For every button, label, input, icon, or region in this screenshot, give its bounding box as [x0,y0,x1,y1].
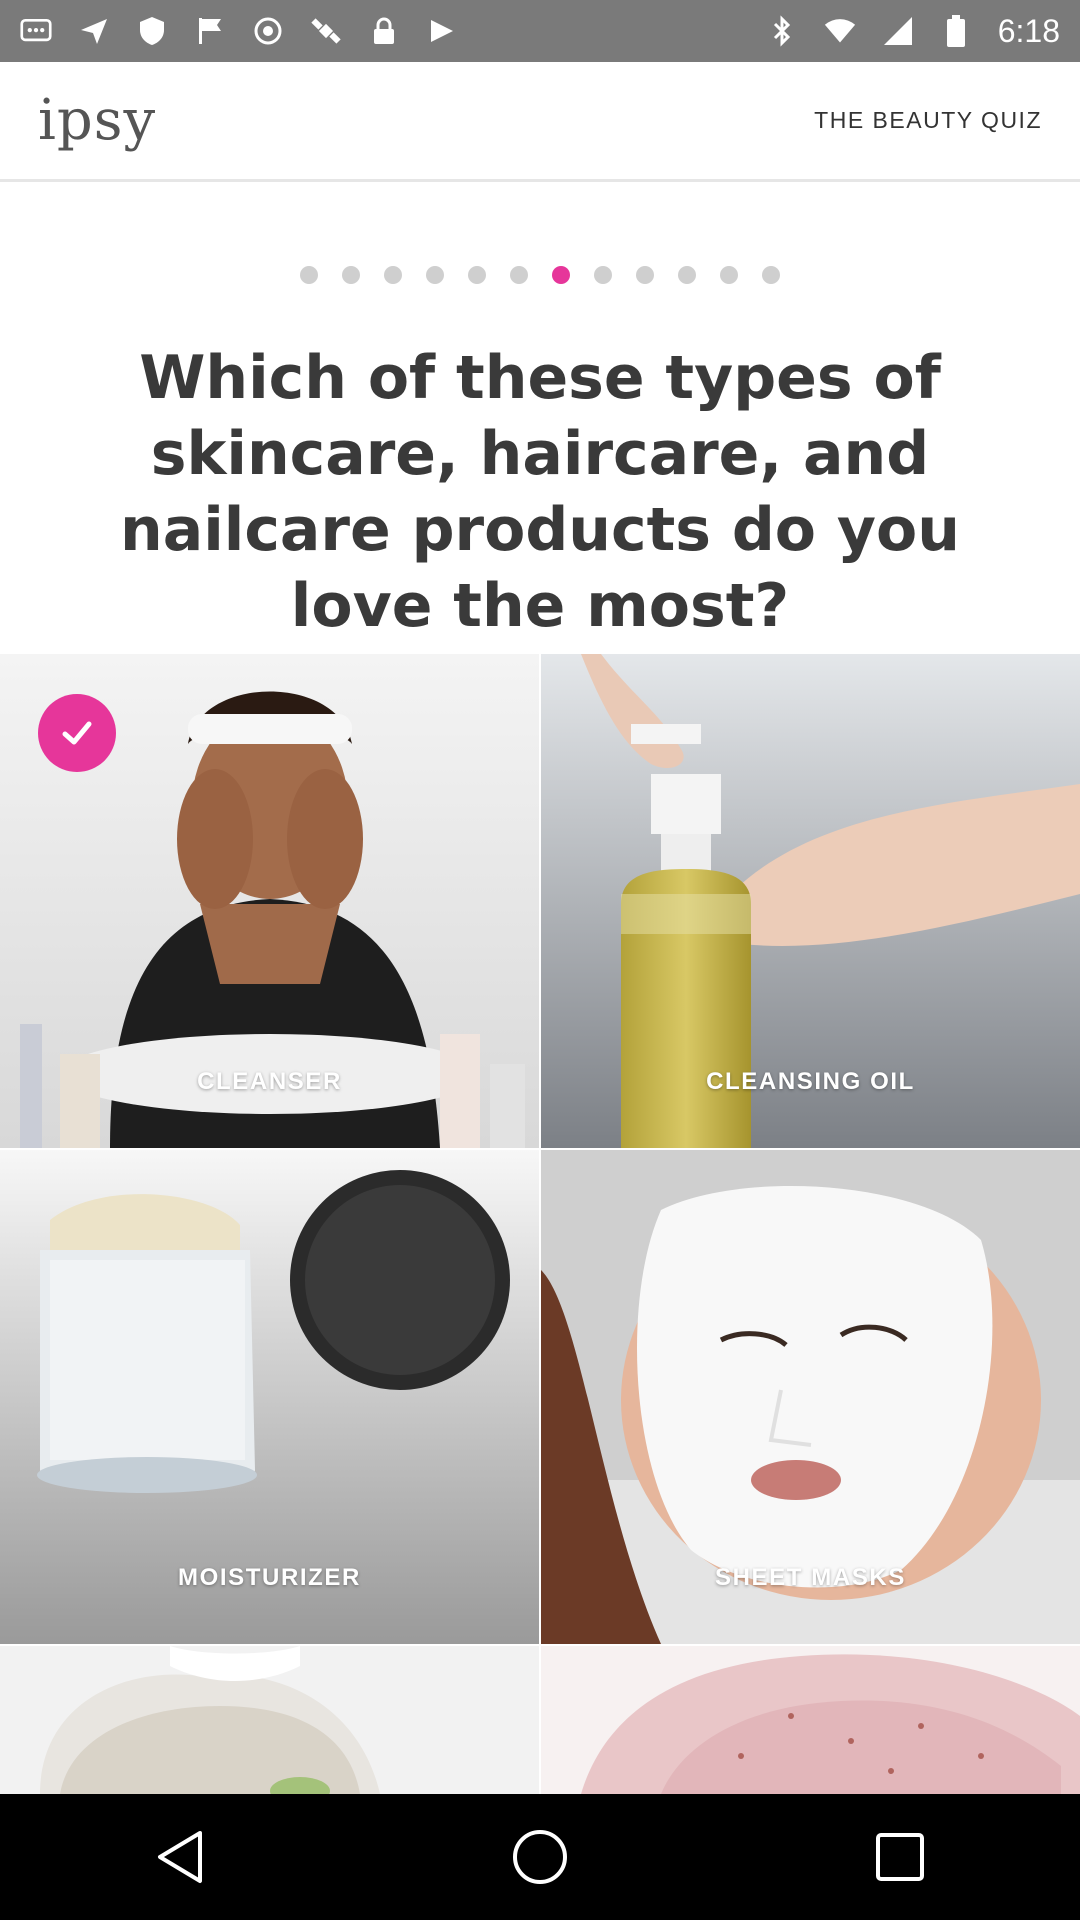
quiz-question: Which of these types of skincare, hairca… [120,343,960,641]
options-grid: CLEANSER CLEANSING OIL MOISTURIZER SHEET… [0,654,1080,1794]
flag-icon [194,15,226,47]
send-icon [78,15,110,47]
recents-icon[interactable] [840,1797,960,1917]
option-tile-partial[interactable] [0,1646,539,1794]
progress-dot [426,266,444,284]
option-label: CLEANSER [197,1068,342,1095]
progress-dot [300,266,318,284]
lock-icon [368,15,400,47]
scrub-photo [541,1646,1080,1794]
shield-icon [136,15,168,47]
progress-dot [636,266,654,284]
progress-dot [384,266,402,284]
quiz-progress-dots [0,266,1080,290]
progress-dot [720,266,738,284]
status-time: 6:18 [997,12,1060,49]
option-label: MOISTURIZER [178,1564,361,1591]
back-icon[interactable] [120,1797,240,1917]
progress-dot-active [552,266,570,284]
status-bar: 6:18 [0,0,1080,62]
face-mask-photo [0,1646,539,1794]
progress-dot [468,266,486,284]
progress-dot [594,266,612,284]
system-nav-bar [0,1794,1080,1920]
wifi-icon [824,15,856,47]
option-label: CLEANSING OIL [706,1068,915,1095]
option-tile-cleansing-oil[interactable]: CLEANSING OIL [541,654,1080,1148]
progress-dot [342,266,360,284]
bluetooth-icon [766,15,798,47]
home-icon[interactable] [480,1797,600,1917]
option-label: SHEET MASKS [715,1564,906,1591]
option-tile-moisturizer[interactable]: MOISTURIZER [0,1150,539,1644]
progress-dot [510,266,528,284]
option-tile-partial[interactable] [541,1646,1080,1794]
ipsy-logo[interactable]: ipsy [38,88,156,153]
signal-icon [882,15,914,47]
satellite-icon [310,15,342,47]
play-store-icon [426,15,458,47]
messages-icon [20,15,52,47]
progress-dot [762,266,780,284]
option-tile-sheet-masks[interactable]: SHEET MASKS [541,1150,1080,1644]
app-header: ipsy THE BEAUTY QUIZ [0,62,1080,182]
selected-check-icon [38,694,116,772]
beauty-quiz-link[interactable]: THE BEAUTY QUIZ [814,107,1042,134]
option-tile-cleanser[interactable]: CLEANSER [0,654,539,1148]
battery-icon [940,15,972,47]
progress-dot [678,266,696,284]
circle-p-icon [252,15,284,47]
